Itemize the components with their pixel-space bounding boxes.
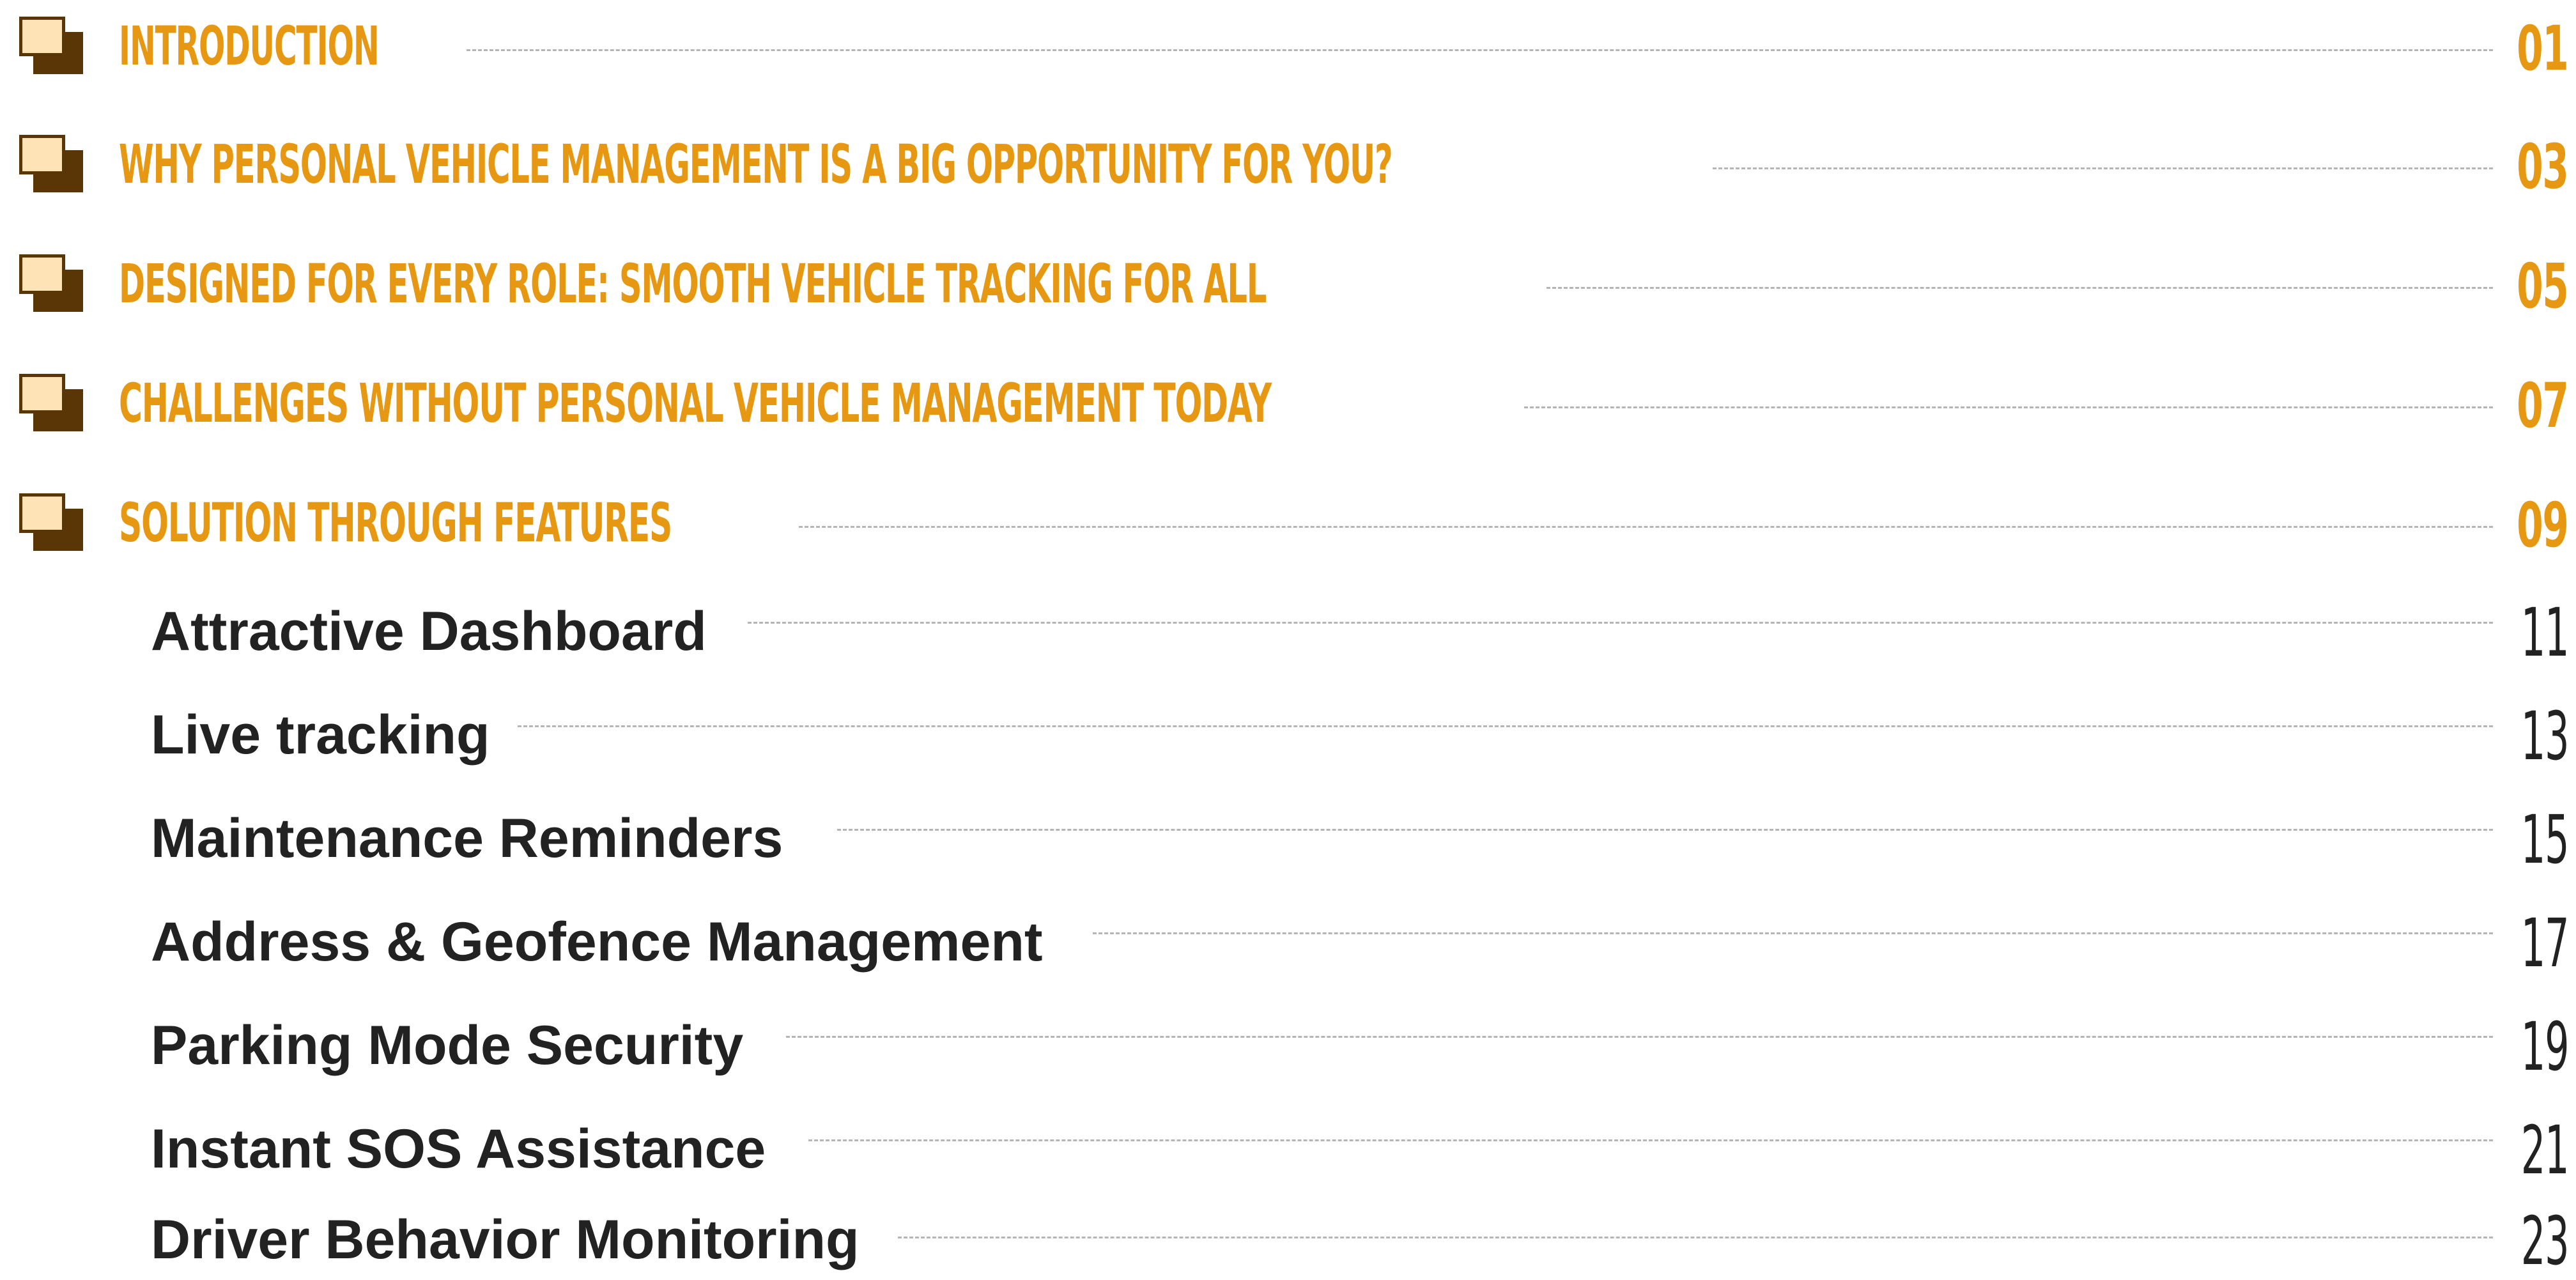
toc-page-number: 17 — [2520, 904, 2570, 982]
toc-page-number: 21 — [2520, 1111, 2570, 1189]
leader-dots — [898, 1237, 2493, 1238]
leader-dots — [1524, 406, 2493, 408]
toc-main-item[interactable]: INTRODUCTION 01 — [0, 0, 2576, 96]
leader-dots — [1546, 287, 2493, 289]
toc-sub-item[interactable]: Driver Behavior Monitoring 23 — [0, 1202, 2576, 1280]
table-of-contents: INTRODUCTION 01 WHY PERSONAL VEHICLE MAN… — [0, 0, 2576, 1280]
section-square-icon — [15, 490, 86, 553]
toc-sub-title: Parking Mode Security — [151, 1015, 744, 1076]
toc-page-number: 11 — [2520, 594, 2570, 672]
toc-page-number: 07 — [2517, 370, 2570, 442]
leader-dots — [1713, 167, 2493, 169]
leader-dots — [518, 725, 2493, 727]
toc-sub-item[interactable]: Maintenance Reminders 15 — [0, 795, 2576, 884]
toc-sub-item[interactable]: Attractive Dashboard 11 — [0, 588, 2576, 677]
toc-page-number: 15 — [2520, 801, 2570, 879]
section-square-icon — [15, 370, 86, 434]
toc-main-title: SOLUTION THROUGH FEATURES — [119, 491, 672, 554]
section-square-icon — [15, 251, 86, 314]
toc-sub-title: Live tracking — [151, 704, 490, 766]
toc-main-item[interactable]: SOLUTION THROUGH FEATURES 09 — [0, 478, 2576, 574]
toc-main-title: CHALLENGES WITHOUT PERSONAL VEHICLE MANA… — [119, 372, 1272, 435]
toc-main-title: INTRODUCTION — [119, 15, 380, 77]
toc-page-number: 01 — [2517, 13, 2570, 84]
toc-main-title: DESIGNED FOR EVERY ROLE: SMOOTH VEHICLE … — [119, 252, 1267, 315]
toc-sub-title: Maintenance Reminders — [151, 808, 783, 869]
toc-page-number: 05 — [2517, 251, 2570, 322]
leader-dots — [837, 829, 2493, 831]
toc-sub-item[interactable]: Instant SOS Assistance 21 — [0, 1106, 2576, 1195]
toc-main-title: WHY PERSONAL VEHICLE MANAGEMENT IS A BIG… — [119, 133, 1393, 196]
toc-sub-item[interactable]: Live tracking 13 — [0, 691, 2576, 781]
section-square-icon — [15, 13, 86, 77]
toc-sub-title: Driver Behavior Monitoring — [151, 1209, 860, 1270]
toc-sub-item[interactable]: Parking Mode Security 19 — [0, 1002, 2576, 1091]
toc-page-number: 03 — [2517, 131, 2570, 203]
toc-main-item[interactable]: DESIGNED FOR EVERY ROLE: SMOOTH VEHICLE … — [0, 239, 2576, 335]
toc-page-number: 09 — [2517, 490, 2570, 561]
leader-dots — [786, 1036, 2493, 1038]
leader-dots — [1093, 932, 2493, 934]
toc-sub-title: Attractive Dashboard — [151, 601, 707, 662]
toc-page-number: 13 — [2520, 697, 2570, 775]
leader-dots — [808, 1139, 2493, 1141]
toc-sub-item[interactable]: Address & Geofence Management 17 — [0, 898, 2576, 988]
toc-sub-title: Instant SOS Assistance — [151, 1118, 766, 1180]
toc-sub-title: Address & Geofence Management — [151, 911, 1043, 973]
leader-dots — [748, 622, 2493, 624]
section-square-icon — [15, 131, 86, 195]
leader-dots — [467, 49, 2493, 51]
toc-main-item[interactable]: CHALLENGES WITHOUT PERSONAL VEHICLE MANA… — [0, 359, 2576, 454]
toc-page-number: 23 — [2520, 1202, 2570, 1280]
toc-page-number: 19 — [2520, 1008, 2570, 1086]
leader-dots — [799, 526, 2493, 528]
toc-main-item[interactable]: WHY PERSONAL VEHICLE MANAGEMENT IS A BIG… — [0, 120, 2576, 215]
